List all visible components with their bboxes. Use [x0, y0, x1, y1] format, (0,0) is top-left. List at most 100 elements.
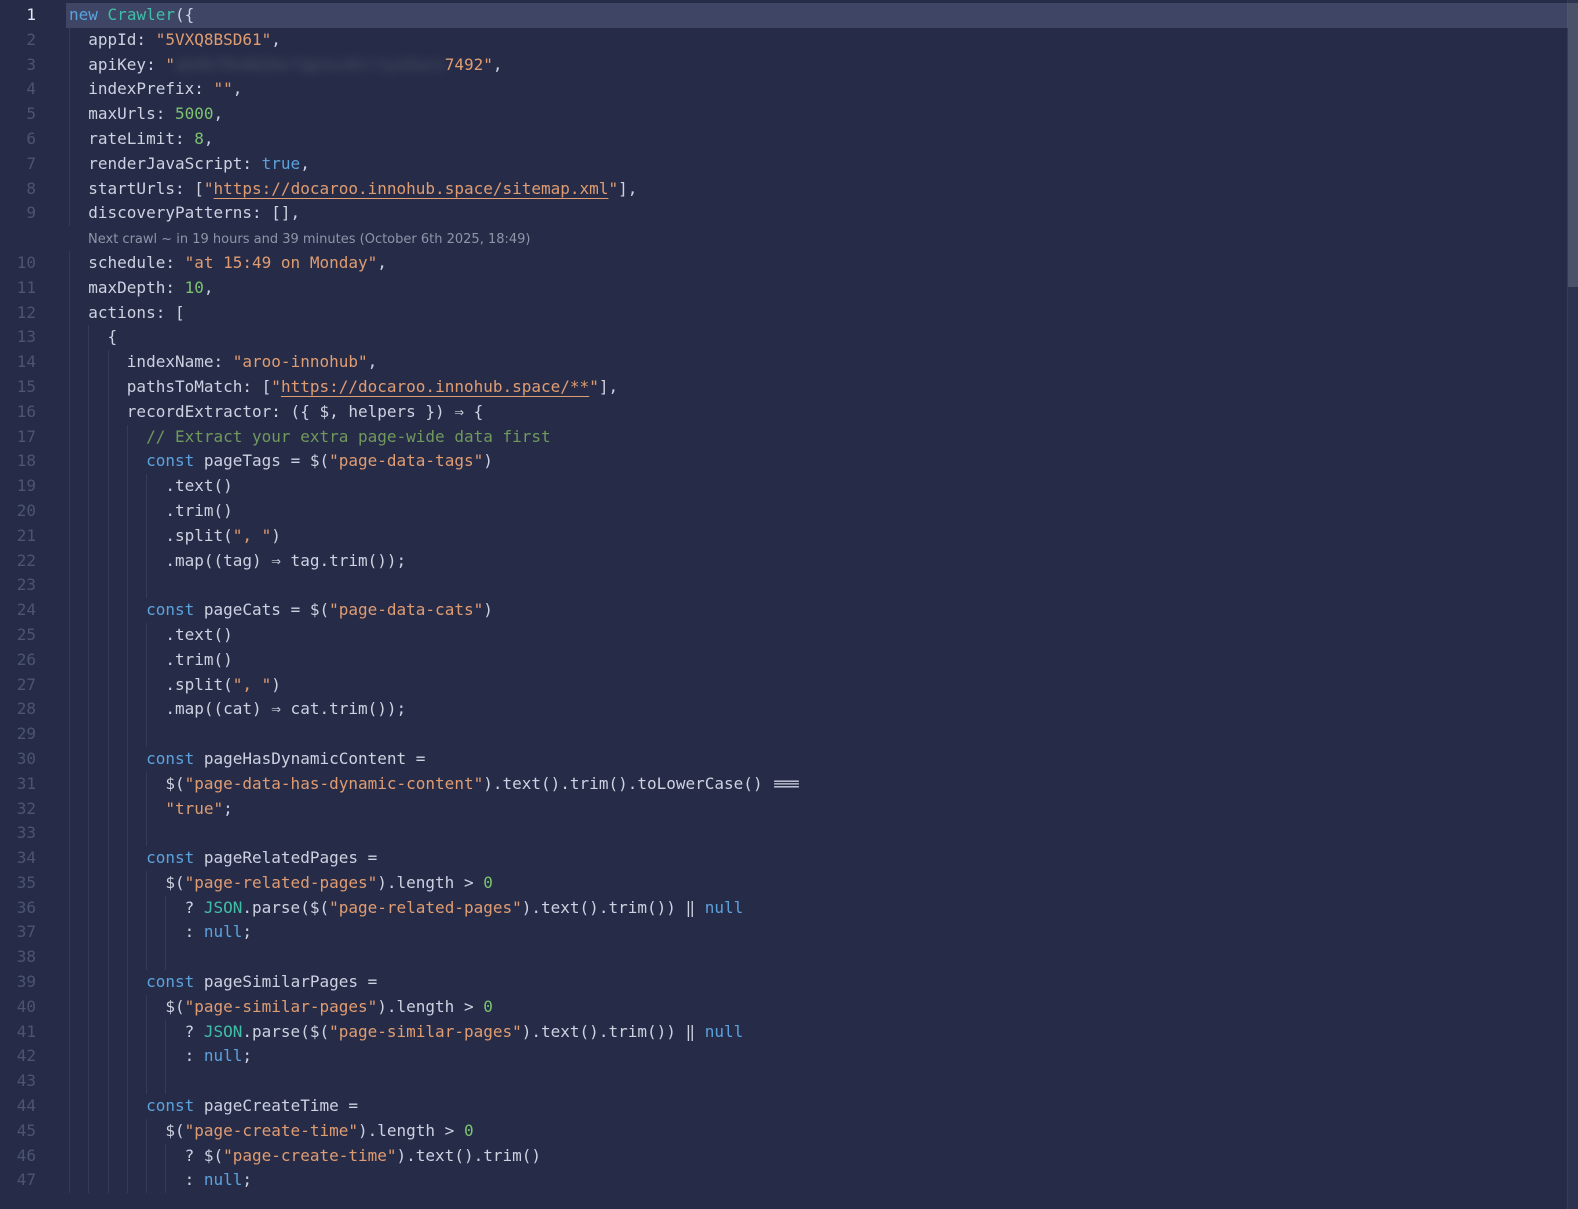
line-number[interactable]: 41 [0, 1020, 69, 1045]
line-number[interactable]: 20 [0, 499, 69, 524]
line-number[interactable]: 24 [0, 598, 69, 623]
scrollbar-thumb[interactable] [1568, 3, 1578, 287]
code-line[interactable]: 4 indexPrefix: "", [0, 77, 1578, 102]
url-link[interactable]: https://docaroo.innohub.space/** [281, 377, 589, 396]
code-content[interactable]: // Extract your extra page-wide data fir… [69, 425, 1578, 450]
line-number[interactable]: 42 [0, 1044, 69, 1069]
code-line[interactable]: 20 .trim() [0, 499, 1578, 524]
code-line[interactable]: 21 .split(", ") [0, 524, 1578, 549]
code-line[interactable]: 18 const pageTags = $("page-data-tags") [0, 449, 1578, 474]
code-content[interactable]: const pageSimilarPages = [69, 970, 1578, 995]
line-number[interactable]: 16 [0, 400, 69, 425]
code-content[interactable] [69, 945, 1578, 970]
line-number[interactable]: 4 [0, 77, 69, 102]
code-line[interactable]: 8 startUrls: ["https://docaroo.innohub.s… [0, 177, 1578, 202]
code-line[interactable]: 34 const pageRelatedPages = [0, 846, 1578, 871]
code-line[interactable]: 31 $("page-data-has-dynamic-content").te… [0, 772, 1578, 797]
line-number[interactable]: 35 [0, 871, 69, 896]
code-line[interactable]: 32 "true"; [0, 797, 1578, 822]
code-content[interactable]: discoveryPatterns: [], [69, 201, 1578, 226]
line-number[interactable]: 7 [0, 152, 69, 177]
code-line[interactable]: 44 const pageCreateTime = [0, 1094, 1578, 1119]
code-content[interactable]: new Crawler({ [69, 3, 1578, 28]
code-line-current[interactable]: 1new Crawler({ [0, 3, 1578, 28]
line-number[interactable]: 46 [0, 1144, 69, 1169]
line-number[interactable]: 19 [0, 474, 69, 499]
code-content[interactable]: apiKey: "ab4kf9s8d2mx7qp3vz6tr1ye5wco749… [69, 53, 1578, 78]
code-line[interactable]: 30 const pageHasDynamicContent = [0, 747, 1578, 772]
code-line[interactable]: 19 .text() [0, 474, 1578, 499]
code-content[interactable]: pathsToMatch: ["https://docaroo.innohub.… [69, 375, 1578, 400]
line-number[interactable]: 44 [0, 1094, 69, 1119]
code-content[interactable]: ? JSON.parse($("page-related-pages").tex… [69, 896, 1578, 921]
code-line[interactable]: 14 indexName: "aroo-innohub", [0, 350, 1578, 375]
line-number[interactable]: 21 [0, 524, 69, 549]
code-content[interactable]: .text() [69, 474, 1578, 499]
code-content[interactable]: renderJavaScript: true, [69, 152, 1578, 177]
line-number[interactable]: 40 [0, 995, 69, 1020]
code-content[interactable]: indexName: "aroo-innohub", [69, 350, 1578, 375]
code-content[interactable]: : null; [69, 1168, 1578, 1193]
code-line[interactable]: 41 ? JSON.parse($("page-similar-pages").… [0, 1020, 1578, 1045]
code-content[interactable]: $("page-data-has-dynamic-content").text(… [69, 772, 1578, 797]
code-line[interactable]: 25 .text() [0, 623, 1578, 648]
code-content[interactable]: const pageCreateTime = [69, 1094, 1578, 1119]
code-content[interactable]: .text() [69, 623, 1578, 648]
line-number[interactable]: 23 [0, 573, 69, 598]
code-line[interactable]: 17 // Extract your extra page-wide data … [0, 425, 1578, 450]
line-number[interactable]: 25 [0, 623, 69, 648]
code-content[interactable]: indexPrefix: "", [69, 77, 1578, 102]
code-line[interactable]: 36 ? JSON.parse($("page-related-pages").… [0, 896, 1578, 921]
line-number[interactable]: 10 [0, 251, 69, 276]
line-number[interactable]: 30 [0, 747, 69, 772]
code-content[interactable]: const pageRelatedPages = [69, 846, 1578, 871]
line-number[interactable]: 6 [0, 127, 69, 152]
line-number[interactable]: 28 [0, 697, 69, 722]
line-number[interactable]: 36 [0, 896, 69, 921]
line-number[interactable]: 38 [0, 945, 69, 970]
vertical-scrollbar[interactable] [1567, 0, 1578, 1209]
line-number[interactable]: 45 [0, 1119, 69, 1144]
code-line[interactable]: 43 [0, 1069, 1578, 1094]
code-line[interactable]: 38 [0, 945, 1578, 970]
line-number[interactable]: 39 [0, 970, 69, 995]
line-number[interactable]: 43 [0, 1069, 69, 1094]
line-number[interactable]: 32 [0, 797, 69, 822]
code-content[interactable]: rateLimit: 8, [69, 127, 1578, 152]
inline-widget-row[interactable]: Next crawl ~ in 19 hours and 39 minutes … [0, 226, 1578, 251]
code-line[interactable]: 47 : null; [0, 1168, 1578, 1193]
code-content[interactable]: .trim() [69, 499, 1578, 524]
line-number[interactable]: 2 [0, 28, 69, 53]
line-number[interactable]: 3 [0, 53, 69, 78]
line-number[interactable]: 27 [0, 673, 69, 698]
code-content[interactable]: recordExtractor: ({ $, helpers }) ⇒ { [69, 400, 1578, 425]
line-number[interactable]: 18 [0, 449, 69, 474]
line-number[interactable]: 1 [0, 3, 69, 28]
line-number[interactable]: 29 [0, 722, 69, 747]
code-line[interactable]: 9 discoveryPatterns: [], [0, 201, 1578, 226]
code-line[interactable]: 2 appId: "5VXQ8BSD61", [0, 28, 1578, 53]
code-line[interactable]: 26 .trim() [0, 648, 1578, 673]
code-content[interactable]: "true"; [69, 797, 1578, 822]
code-content[interactable]: maxUrls: 5000, [69, 102, 1578, 127]
code-line[interactable]: 23 [0, 573, 1578, 598]
code-content[interactable]: const pageHasDynamicContent = [69, 747, 1578, 772]
line-number[interactable]: 12 [0, 301, 69, 326]
code-line[interactable]: 46 ? $("page-create-time").text().trim() [0, 1144, 1578, 1169]
code-content[interactable]: .split(", ") [69, 673, 1578, 698]
code-line[interactable]: 27 .split(", ") [0, 673, 1578, 698]
line-number[interactable]: 31 [0, 772, 69, 797]
code-content[interactable]: .split(", ") [69, 524, 1578, 549]
code-line[interactable]: 35 $("page-related-pages").length > 0 [0, 871, 1578, 896]
code-content[interactable]: $("page-create-time").length > 0 [69, 1119, 1578, 1144]
line-number[interactable]: 33 [0, 821, 69, 846]
code-content[interactable] [69, 1069, 1578, 1094]
code-content[interactable] [69, 573, 1578, 598]
code-line[interactable]: 15 pathsToMatch: ["https://docaroo.innoh… [0, 375, 1578, 400]
line-number[interactable]: 17 [0, 425, 69, 450]
line-number[interactable]: 5 [0, 102, 69, 127]
line-number[interactable]: 11 [0, 276, 69, 301]
code-line[interactable]: 13 { [0, 325, 1578, 350]
code-content[interactable]: ? $("page-create-time").text().trim() [69, 1144, 1578, 1169]
code-content[interactable]: const pageCats = $("page-data-cats") [69, 598, 1578, 623]
